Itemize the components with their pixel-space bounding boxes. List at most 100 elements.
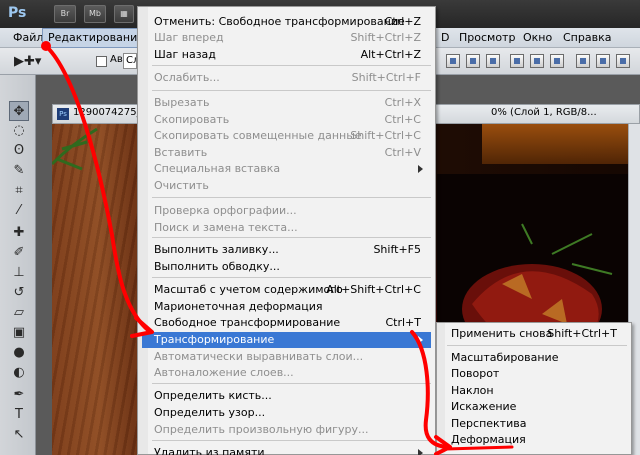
move-tool-icon[interactable]: ✥ [9, 101, 29, 121]
distribute-middle-icon[interactable] [596, 54, 610, 68]
edit-menu-item-define-brush[interactable]: Определить кисть... [142, 388, 431, 404]
edit-menu-item-undo[interactable]: Отменить: Свободное трансформирование Ctr… [142, 14, 431, 30]
menu-separator [152, 90, 431, 91]
transform-menu-item-perspective[interactable]: Перспектива [441, 416, 627, 432]
edit-menu-item-cut[interactable]: Вырезать Ctrl+X [142, 95, 431, 111]
menu-window[interactable]: Окно [518, 28, 557, 48]
menu-item-shortcut: Alt+Ctrl+Z [360, 48, 421, 61]
autoselect-checkbox[interactable] [96, 56, 107, 67]
edit-menu-item-purge[interactable]: Удалить из памяти [142, 445, 431, 455]
eyedropper-tool-icon[interactable]: ⁄ [9, 201, 29, 221]
menu-separator [152, 197, 431, 198]
gradient-tool-icon[interactable]: ▣ [9, 323, 29, 343]
pen-tool-icon[interactable]: ✒ [9, 385, 29, 405]
edit-menu-item-fade[interactable]: Ослабить... Shift+Ctrl+F [142, 70, 431, 86]
lasso-tool-icon[interactable]: ʘ [9, 141, 29, 161]
edit-menu-item-free-transform[interactable]: Свободное трансформирование Ctrl+T [142, 315, 431, 331]
crop-tool-icon[interactable]: ⌗ [9, 181, 29, 201]
menu-item-label: Автоматически выравнивать слои... [154, 350, 364, 363]
edit-menu-item-puppet-warp[interactable]: Марионеточная деформация [142, 299, 431, 315]
view-extras-button[interactable]: ▦ [114, 5, 134, 23]
edit-menu-item-fill[interactable]: Выполнить заливку... Shift+F5 [142, 242, 431, 258]
menu-item-shortcut: Alt+Shift+Ctrl+C [326, 283, 421, 296]
align-middle-icon[interactable] [466, 54, 480, 68]
edit-menu-item-copy-merged[interactable]: Скопировать совмещенные данные Shift+Ctrl… [142, 128, 431, 144]
align-top-icon[interactable] [446, 54, 460, 68]
edit-menu-item-find-replace-text[interactable]: Поиск и замена текста... [142, 220, 431, 236]
menu-item-label: Очистить [154, 179, 209, 192]
edit-menu-item-transform[interactable]: Трансформирование [142, 332, 431, 348]
menu-view[interactable]: Просмотр [454, 28, 520, 48]
document-info: 0% (Слой 1, RGB/8... [491, 107, 597, 118]
menu-item-label: Скопировать совмещенные данные [154, 129, 362, 142]
edit-menu-item-paste[interactable]: Вставить Ctrl+V [142, 145, 431, 161]
menu-item-label: Наклон [451, 384, 494, 397]
autoselect-dropdown[interactable]: Сл [123, 53, 137, 69]
edit-menu-item-step-forward[interactable]: Шаг вперед Shift+Ctrl+Z [142, 30, 431, 46]
edit-menu-item-auto-align-layers[interactable]: Автоматически выравнивать слои... [142, 349, 431, 365]
menu-item-label: Масштабирование [451, 351, 559, 364]
menu-item-label: Специальная вставка [154, 162, 281, 175]
menu-item-shortcut: Shift+F5 [373, 243, 421, 256]
edit-menu-item-content-aware-scale[interactable]: Масштаб с учетом содержимого Alt+Shift+Ct… [142, 282, 431, 298]
brush-tool-icon[interactable]: ✐ [9, 243, 29, 263]
menu-item-label: Выполнить обводку... [154, 260, 280, 273]
menu-item-shortcut: Ctrl+X [384, 96, 421, 109]
eraser-tool-icon[interactable]: ▱ [9, 303, 29, 323]
transform-submenu: Применить снова Shift+Ctrl+T Масштабирован… [436, 322, 632, 455]
menu-item-label: Деформация [451, 433, 526, 446]
menu-item-label: Поиск и замена текста... [154, 221, 298, 234]
history-brush-tool-icon[interactable]: ↺ [9, 283, 29, 303]
marquee-tool-icon[interactable]: ◌ [9, 121, 29, 141]
transform-menu-item-warp[interactable]: Деформация [441, 432, 627, 448]
type-tool-icon[interactable]: T [9, 405, 29, 425]
edit-menu-item-clear[interactable]: Очистить [142, 178, 431, 194]
blur-tool-icon[interactable]: ● [9, 343, 29, 363]
bridge-button[interactable]: Br [54, 5, 76, 23]
menu-edit[interactable]: Редактирование [42, 28, 150, 48]
distribute-top-icon[interactable] [576, 54, 590, 68]
menu-item-label: Перспектива [451, 417, 527, 430]
dodge-tool-icon[interactable]: ◐ [9, 363, 29, 383]
quick-selection-tool-icon[interactable]: ✎ [9, 161, 29, 181]
edit-menu-item-copy[interactable]: Скопировать Ctrl+C [142, 112, 431, 128]
menu-item-label: Проверка орфографии... [154, 204, 297, 217]
mini-bridge-button[interactable]: Mb [84, 5, 106, 23]
transform-menu-item-rotate[interactable]: Поворот [441, 366, 627, 382]
grid-icon: ▦ [120, 9, 128, 18]
menu-item-shortcut: Ctrl+V [384, 146, 421, 159]
transform-menu-item-distort[interactable]: Искажение [441, 399, 627, 415]
menu-item-shortcut: Shift+Ctrl+C [350, 129, 421, 142]
move-tool-icon[interactable]: ▶✚▾ [14, 54, 41, 69]
menu-item-label: Ослабить... [154, 71, 220, 84]
menu-item-label: Вставить [154, 146, 208, 159]
align-center-icon[interactable] [530, 54, 544, 68]
edit-menu-item-step-backward[interactable]: Шаг назад Alt+Ctrl+Z [142, 47, 431, 63]
menu-separator [152, 65, 431, 66]
edit-menu-item-define-custom-shape[interactable]: Определить произвольную фигуру... [142, 422, 431, 438]
healing-brush-tool-icon[interactable]: ✚ [9, 223, 29, 243]
menu-item-label: Определить произвольную фигуру... [154, 423, 369, 436]
menu-help[interactable]: Справка [558, 28, 616, 48]
edit-menu-item-stroke[interactable]: Выполнить обводку... [142, 259, 431, 275]
edit-menu-item-paste-special[interactable]: Специальная вставка [142, 161, 431, 177]
edit-menu-item-check-spelling[interactable]: Проверка орфографии... [142, 203, 431, 219]
menu-separator [152, 277, 431, 278]
path-selection-tool-icon[interactable]: ↖ [9, 425, 29, 445]
menu-3d[interactable]: D [436, 28, 454, 48]
transform-menu-item-scale[interactable]: Масштабирование [441, 350, 627, 366]
edit-menu-item-auto-blend-layers[interactable]: Автоналожение слоев... [142, 365, 431, 381]
menu-separator [152, 237, 431, 238]
transform-menu-item-again[interactable]: Применить снова Shift+Ctrl+T [441, 326, 627, 342]
transform-menu-item-skew[interactable]: Наклон [441, 383, 627, 399]
align-right-icon[interactable] [550, 54, 564, 68]
menu-separator [447, 345, 627, 346]
menu-item-shortcut: Shift+Ctrl+F [351, 71, 421, 84]
edit-menu-item-define-pattern[interactable]: Определить узор... [142, 405, 431, 421]
distribute-bottom-icon[interactable] [616, 54, 630, 68]
menu-item-label: Скопировать [154, 113, 230, 126]
menu-item-label: Отменить: Свободное трансформирование [154, 15, 405, 28]
align-bottom-icon[interactable] [486, 54, 500, 68]
clone-stamp-tool-icon[interactable]: ⊥ [9, 263, 29, 283]
align-left-icon[interactable] [510, 54, 524, 68]
